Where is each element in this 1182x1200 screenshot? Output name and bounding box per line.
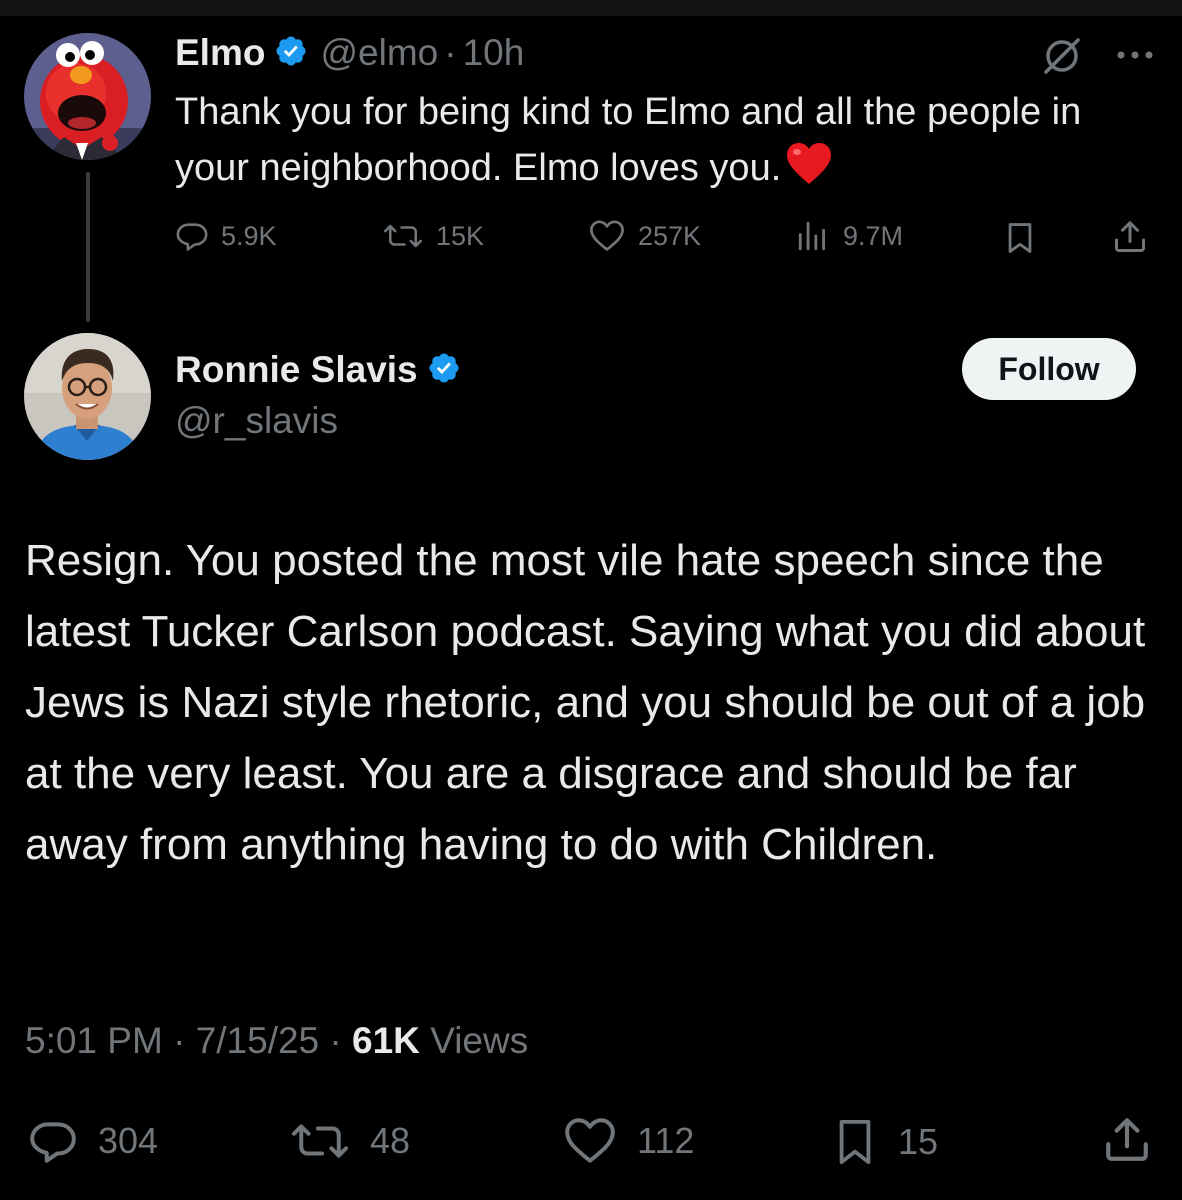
follow-button[interactable]: Follow [962, 338, 1136, 400]
tweet-meta: 5:01 PM · 7/15/25 · 61K Views [25, 1020, 528, 1062]
reply-tweet-text: Resign. You posted the most vile hate sp… [25, 536, 1146, 869]
like-icon [563, 1116, 617, 1166]
like-icon [588, 219, 626, 253]
more-icon[interactable] [1113, 40, 1157, 70]
share-icon [1112, 219, 1148, 255]
repost-count: 48 [370, 1120, 411, 1161]
top-bar [0, 0, 1182, 16]
grok-icon[interactable] [1040, 34, 1084, 78]
reply-count: 5.9K [221, 220, 277, 251]
reply-author-row: Ronnie Slavis [175, 345, 461, 395]
like-action[interactable]: 112 [563, 1116, 694, 1166]
parent-author-name[interactable]: Elmo [175, 32, 265, 74]
reply-author-handle[interactable]: @r_slavis [175, 400, 338, 442]
reply-icon [175, 219, 209, 253]
reply-count: 304 [98, 1120, 159, 1161]
views-label[interactable]: Views [430, 1020, 528, 1061]
like-action[interactable]: 257K [588, 219, 701, 253]
reply-action[interactable]: 5.9K [175, 219, 277, 253]
repost-icon [382, 219, 424, 253]
repost-action[interactable]: 15K [382, 219, 484, 253]
parent-tweet-body: Thank you for being kind to Elmo and all… [175, 91, 1082, 189]
reply-icon [28, 1116, 78, 1166]
elmo-avatar[interactable] [24, 33, 151, 160]
share-action[interactable] [1112, 219, 1148, 255]
post-date[interactable]: 7/15/25 [196, 1020, 319, 1061]
parent-tweet-actions: 5.9K 15K 257K 9.7M [0, 215, 1182, 265]
repost-icon [290, 1116, 350, 1166]
bookmark-icon [1003, 221, 1037, 255]
repost-action[interactable]: 48 [290, 1116, 410, 1166]
meta-separator: · [329, 1020, 342, 1061]
parent-tweet-text: Thank you for being kind to Elmo and all… [175, 84, 1135, 202]
share-action[interactable] [1102, 1114, 1152, 1166]
views-count: 9.7M [843, 220, 904, 251]
meta-separator: · [173, 1020, 186, 1061]
views-action[interactable]: 9.7M [795, 219, 903, 253]
verified-badge-icon [274, 34, 308, 73]
parent-timestamp[interactable]: 10h [463, 32, 525, 74]
verified-badge-icon [427, 351, 461, 390]
like-count: 257K [638, 220, 702, 251]
bookmark-action[interactable]: 15 [832, 1116, 938, 1168]
views-count-bold: 61K [352, 1020, 420, 1061]
like-count: 112 [637, 1120, 695, 1161]
parent-tweet-header: Elmo @elmo · 10h [175, 30, 524, 76]
reply-tweet-actions: 304 48 112 15 [0, 1110, 1182, 1170]
share-icon [1102, 1114, 1152, 1166]
post-time[interactable]: 5:01 PM [25, 1020, 163, 1061]
parent-author-handle[interactable]: @elmo [320, 32, 438, 74]
ronnie-avatar[interactable] [24, 333, 151, 460]
reply-author-name[interactable]: Ronnie Slavis [175, 349, 418, 391]
heart-emoji-icon [785, 142, 833, 202]
bookmark-icon [832, 1116, 878, 1168]
header-separator: · [444, 32, 457, 73]
reply-action[interactable]: 304 [28, 1116, 158, 1166]
bookmark-count: 15 [898, 1121, 939, 1162]
repost-count: 15K [436, 220, 485, 251]
bookmark-action[interactable] [1003, 221, 1037, 255]
views-icon [795, 219, 831, 253]
